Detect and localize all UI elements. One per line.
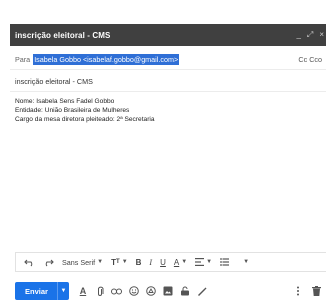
redo-icon[interactable] bbox=[39, 253, 58, 271]
formatting-icon[interactable]: A bbox=[77, 284, 89, 298]
body-line: Nome: Isabela Sens Fadel Gobbo bbox=[15, 98, 115, 105]
send-button[interactable]: Enviar ▼ bbox=[15, 282, 69, 300]
subject-value: inscrição eleitoral - CMS bbox=[15, 77, 93, 86]
more-options-icon[interactable] bbox=[292, 284, 304, 298]
more-format-icon[interactable]: ▼ bbox=[233, 253, 253, 271]
undo-icon[interactable] bbox=[20, 253, 39, 271]
body-line: Cargo da mesa diretora pleiteado: 2ª Sec… bbox=[15, 116, 155, 124]
window-controls: _ ⤢ × bbox=[296, 24, 324, 46]
font-size-icon[interactable]: T T ▼ bbox=[107, 253, 132, 271]
chevron-down-icon: ▼ bbox=[181, 259, 188, 265]
minimize-icon[interactable]: _ bbox=[296, 31, 300, 39]
schedule-send-chevron-icon[interactable]: ▼ bbox=[56, 282, 69, 300]
trash-icon[interactable] bbox=[310, 284, 322, 298]
attach-icon[interactable] bbox=[94, 284, 106, 298]
send-label: Enviar bbox=[25, 286, 48, 296]
confidential-icon[interactable] bbox=[179, 284, 191, 298]
text-color-icon[interactable]: A ▼ bbox=[170, 253, 191, 271]
expand-icon[interactable]: ⤢ bbox=[307, 31, 313, 39]
emoji-icon[interactable] bbox=[128, 284, 140, 298]
drive-icon[interactable] bbox=[145, 284, 157, 298]
signature-icon[interactable] bbox=[196, 284, 208, 298]
font-family-select[interactable]: Sans Serif ▼ bbox=[58, 253, 107, 271]
underline-icon[interactable]: U bbox=[156, 253, 170, 271]
formatting-toolbar: Sans Serif ▼ T T ▼ B I U A ▼ ▼ ▼ bbox=[15, 252, 326, 272]
cc-bcc-link[interactable]: Cc Cco bbox=[298, 55, 322, 64]
link-icon[interactable] bbox=[111, 284, 123, 298]
compose-window: inscrição eleitoral - CMS _ ⤢ × Para Isa… bbox=[10, 24, 326, 306]
list-icon[interactable] bbox=[216, 253, 233, 271]
compose-title: inscrição eleitoral - CMS bbox=[15, 30, 111, 40]
compose-right-actions bbox=[292, 280, 322, 302]
chevron-down-icon: ▼ bbox=[206, 259, 213, 265]
compose-bottom-bar: Enviar ▼ A bbox=[15, 280, 326, 302]
to-recipient-chip[interactable]: Isabela Gobbo <isabelaf.gobbo@gmail.com> bbox=[33, 54, 180, 65]
italic-icon[interactable]: I bbox=[145, 253, 156, 271]
align-icon[interactable]: ▼ bbox=[191, 253, 216, 271]
compose-actions: A bbox=[77, 284, 208, 298]
message-body[interactable]: Nome: Isabela Sens Fadel Gobbo Entidade:… bbox=[15, 97, 315, 125]
chevron-down-icon: ▼ bbox=[97, 259, 104, 265]
body-line: Entidade: União Brasileira de Mulheres bbox=[15, 107, 130, 115]
compose-titlebar[interactable]: inscrição eleitoral - CMS _ ⤢ × bbox=[10, 24, 326, 46]
bold-icon[interactable]: B bbox=[132, 253, 146, 271]
to-label: Para bbox=[15, 55, 31, 64]
font-family-label: Sans Serif bbox=[62, 257, 96, 267]
recipients-row[interactable]: Para Isabela Gobbo <isabelaf.gobbo@gmail… bbox=[10, 50, 326, 70]
photo-icon[interactable] bbox=[162, 284, 174, 298]
close-icon[interactable]: × bbox=[319, 31, 324, 39]
subject-field[interactable]: inscrição eleitoral - CMS bbox=[10, 72, 326, 92]
chevron-down-icon: ▼ bbox=[121, 259, 128, 265]
